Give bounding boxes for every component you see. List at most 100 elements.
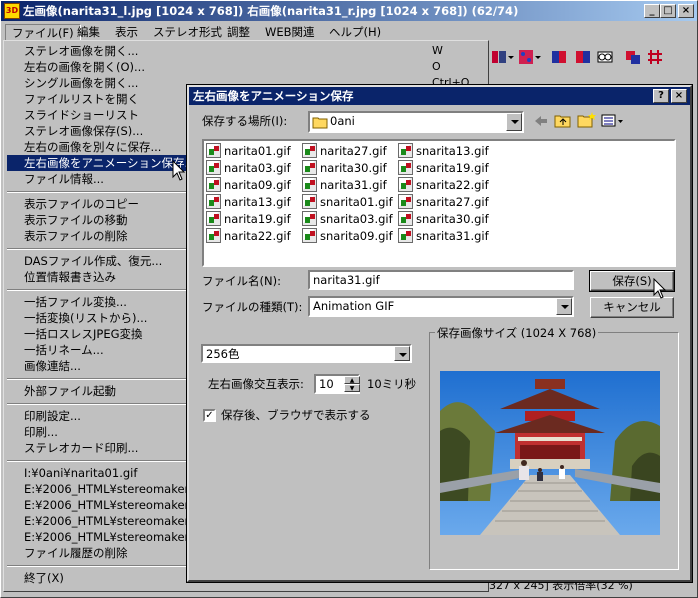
file-item[interactable]: snarita27.gif — [398, 194, 489, 210]
dialog-close-button[interactable]: × — [671, 89, 687, 103]
menu-item-batch-rename[interactable]: 一括リネーム... — [24, 342, 104, 358]
filename-label: ファイル名(N): — [202, 274, 281, 288]
file-item[interactable]: snarita22.gif — [398, 177, 489, 193]
file-item[interactable]: narita09.gif — [206, 177, 291, 193]
new-folder-icon[interactable] — [577, 111, 597, 129]
menu-item-batch-convert-list[interactable]: 一括変換(リストから)... — [24, 310, 147, 326]
menu-item-open-single[interactable]: シングル画像を開く... — [24, 75, 138, 91]
file-item[interactable]: snarita03.gif — [302, 211, 393, 227]
menu-item-batch-lossless-jpeg[interactable]: 一括ロスレスJPEG変換 — [24, 326, 143, 342]
menu-item-save-animation[interactable]: 左右画像をアニメーション保存... — [7, 155, 196, 171]
file-item[interactable]: narita31.gif — [302, 177, 387, 193]
interval-unit: 10ミリ秒 — [367, 377, 417, 391]
menu-item-write-location[interactable]: 位置情報書き込み — [24, 269, 116, 285]
up-folder-icon[interactable] — [554, 112, 572, 129]
file-item[interactable]: narita03.gif — [206, 160, 291, 176]
file-item[interactable]: snarita19.gif — [398, 160, 489, 176]
menu-edit[interactable]: 編集 — [71, 24, 106, 41]
color-depth-dropdown-arrow[interactable] — [394, 346, 410, 361]
gif-file-icon — [398, 228, 413, 243]
menu-item-move-file[interactable]: 表示ファイルの移動 — [24, 212, 128, 228]
menu-item-recent-file[interactable]: I:¥0ani¥narita01.gif — [24, 465, 137, 481]
window-title: 左画像(narita31_l.jpg [1024 x 768]) 右画像(nar… — [1, 1, 697, 21]
menu-item-external-launch[interactable]: 外部ファイル起動 — [24, 383, 116, 399]
file-item[interactable]: snarita31.gif — [398, 228, 489, 244]
menu-item-image-concat[interactable]: 画像連結... — [24, 358, 81, 374]
file-item[interactable]: narita30.gif — [302, 160, 387, 176]
help-button[interactable]: ? — [653, 89, 669, 103]
menu-item-print-setup[interactable]: 印刷設定... — [24, 408, 81, 424]
menu-item-das-file[interactable]: DASファイル作成、復元... — [24, 253, 162, 269]
menu-file[interactable]: ファイル(F) — [5, 24, 81, 41]
gif-file-icon — [398, 177, 413, 192]
menu-item-delete-file[interactable]: 表示ファイルの削除 — [24, 228, 128, 244]
dropdown-arrow-icon[interactable] — [507, 49, 515, 65]
menu-item-batch-convert[interactable]: 一括ファイル変換... — [24, 294, 127, 310]
shortcut-label: W — [432, 44, 443, 57]
menu-item-save-separate[interactable]: 左右の画像を別々に保存... — [24, 139, 161, 155]
preview-group-title: 保存画像サイズ (1024 X 768) — [435, 326, 599, 340]
browser-checkbox[interactable]: ✓ — [203, 409, 216, 422]
close-button[interactable]: × — [678, 4, 694, 18]
menu-item-save-stereo[interactable]: ステレオ画像保存(S)... — [24, 123, 143, 139]
menu-item-stereo-card-print[interactable]: ステレオカード印刷... — [24, 440, 138, 456]
file-item[interactable]: narita27.gif — [302, 143, 387, 159]
file-item[interactable]: narita19.gif — [206, 211, 291, 227]
dialog-title: 左右画像をアニメーション保存 — [189, 87, 690, 105]
side-by-side-icon[interactable] — [551, 49, 567, 65]
overlap-icon[interactable] — [625, 49, 641, 65]
gif-file-icon — [398, 194, 413, 209]
file-list[interactable]: narita01.gif narita03.gif narita09.gif n… — [202, 139, 676, 267]
hand-cursor-icon — [653, 278, 667, 299]
back-arrow-icon[interactable] — [533, 113, 549, 129]
menubar: ファイル(F) 編集 表示 ステレオ形式 調整 WEB関連 ヘルプ(H) — [3, 22, 695, 42]
gif-file-icon — [398, 143, 413, 158]
menu-view[interactable]: 表示 — [109, 24, 144, 41]
menu-adjust[interactable]: 調整 — [221, 24, 256, 41]
menu-item-open-left-right[interactable]: 左右の画像を開く(O)... — [24, 59, 145, 75]
file-item[interactable]: snarita30.gif — [398, 211, 489, 227]
toolbar — [491, 43, 695, 71]
view-menu-icon[interactable] — [601, 113, 625, 129]
menu-web[interactable]: WEB関連 — [259, 24, 321, 41]
anaglyph-icon[interactable] — [518, 49, 534, 65]
filetype-dropdown-arrow[interactable] — [556, 298, 572, 315]
location-combo[interactable]: 0ani — [308, 111, 524, 133]
menu-item-print[interactable]: 印刷... — [24, 424, 58, 440]
menu-item-clear-history[interactable]: ファイル履歴の削除 — [24, 545, 128, 561]
file-item[interactable]: narita22.gif — [206, 228, 291, 244]
menu-item-open-stereo[interactable]: ステレオ画像を開く... — [24, 43, 138, 59]
spin-down-button[interactable]: ▼ — [344, 384, 360, 392]
dropdown-arrow-icon[interactable] — [534, 49, 542, 65]
gif-file-icon — [206, 228, 221, 243]
filetype-combo[interactable]: Animation GIF — [308, 296, 574, 317]
menu-stereo-format[interactable]: ステレオ形式 — [147, 24, 228, 41]
menu-item-slideshow-list[interactable]: スライドショーリスト — [24, 107, 139, 123]
file-item[interactable]: narita13.gif — [206, 194, 291, 210]
file-item[interactable]: snarita01.gif — [302, 194, 393, 210]
menu-item-open-file-list[interactable]: ファイルリストを開く — [24, 91, 139, 107]
color-depth-combo[interactable]: 256色 — [201, 344, 412, 363]
spin-up-button[interactable]: ▲ — [344, 376, 360, 384]
maximize-button[interactable]: □ — [660, 4, 676, 18]
swap-icon[interactable] — [575, 49, 591, 65]
gif-file-icon — [302, 194, 317, 209]
menu-item-file-info[interactable]: ファイル情報... — [24, 171, 104, 187]
menu-item-copy-file[interactable]: 表示ファイルのコピー — [24, 196, 139, 212]
file-item[interactable]: snarita09.gif — [302, 228, 393, 244]
gif-file-icon — [302, 211, 317, 226]
file-item[interactable]: narita01.gif — [206, 143, 291, 159]
grid-icon[interactable] — [647, 49, 663, 65]
stereo-mode-icon[interactable] — [491, 49, 507, 65]
menu-help[interactable]: ヘルプ(H) — [323, 24, 387, 41]
filetype-value: Animation GIF — [313, 299, 395, 313]
filename-input[interactable]: narita31.gif — [308, 270, 574, 290]
location-label: 保存する場所(I): — [202, 114, 288, 128]
interval-label: 左右画像交互表示: — [208, 377, 304, 391]
location-dropdown-arrow[interactable] — [506, 113, 522, 131]
minimize-button[interactable]: _ — [644, 4, 660, 18]
viewer-glasses-icon[interactable] — [597, 49, 613, 65]
file-item[interactable]: snarita13.gif — [398, 143, 489, 159]
gif-file-icon — [302, 177, 317, 192]
menu-item-exit[interactable]: 終了(X) — [24, 570, 64, 586]
